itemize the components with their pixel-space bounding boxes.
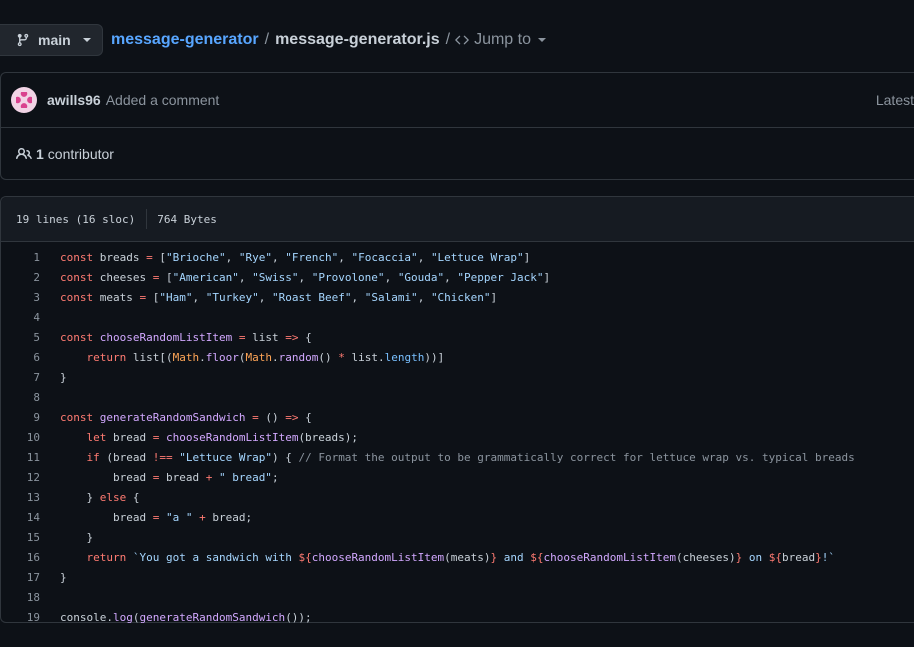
code-line: 10 let bread = chooseRandomListItem(brea… [1, 427, 914, 447]
commit-author-link[interactable]: awills96 [47, 92, 101, 108]
code-line: 18 [1, 587, 914, 607]
line-number[interactable]: 16 [1, 551, 40, 564]
code-line: 4 [1, 307, 914, 327]
code-line: 3 const meats = ["Ham", "Turkey", "Roast … [1, 287, 914, 307]
code-text: } else { [60, 490, 140, 504]
code-line: 16 return `You got a sandwich with ${cho… [1, 547, 914, 567]
code-text: return `You got a sandwich with ${choose… [86, 550, 835, 564]
code-text: return list[(Math.floor(Math.random() * … [86, 350, 445, 364]
code-text: const meats = ["Ham", "Turkey", "Roast B… [60, 290, 498, 304]
line-number[interactable]: 15 [1, 531, 40, 544]
branch-name: main [38, 32, 71, 48]
contributor-count: 1 [36, 146, 44, 162]
code-icon [455, 35, 469, 45]
line-number[interactable]: 9 [1, 411, 40, 424]
code-text: } [60, 570, 67, 584]
breadcrumb-repo-link[interactable]: message-generator [111, 31, 259, 49]
code-line: 9 const generateRandomSandwich = () => { [1, 407, 914, 427]
file-view-box: 19 lines (16 sloc) 764 Bytes 1 const brea… [0, 196, 914, 624]
line-number[interactable]: 6 [1, 351, 40, 364]
line-number[interactable]: 1 [1, 251, 40, 264]
code-line: 12 bread = bread + " bread"; [1, 467, 914, 487]
line-number[interactable]: 5 [1, 331, 40, 344]
file-size: 764 Bytes [157, 212, 217, 226]
code-line: 5 const chooseRandomListItem = list => { [1, 327, 914, 347]
code-text: console.log(generateRandomSandwich()); [60, 610, 312, 624]
code-text: const generateRandomSandwich = () => { [60, 410, 312, 424]
line-number[interactable]: 12 [1, 471, 40, 484]
code-line: 14 bread = "a " + bread; [1, 507, 914, 527]
line-number[interactable]: 19 [1, 611, 40, 624]
code-line: 6 return list[(Math.floor(Math.random() … [1, 347, 914, 367]
code-line: 11 if (bread !== "Lettuce Wrap") { // Fo… [1, 447, 914, 467]
breadcrumb-separator: / [264, 31, 270, 48]
code-text: const breads = ["Brioche", "Rye", "Frenc… [60, 250, 531, 264]
code-line: 1 const breads = ["Brioche", "Rye", "Fren… [1, 247, 914, 267]
line-number[interactable]: 13 [1, 491, 40, 504]
breadcrumb: message-generator / message-generator.js… [111, 24, 546, 56]
line-number[interactable]: 14 [1, 511, 40, 524]
code-line: 15 } [1, 527, 914, 547]
line-number[interactable]: 17 [1, 571, 40, 584]
line-number[interactable]: 4 [1, 311, 40, 324]
code-viewer: 1 const breads = ["Brioche", "Rye", "Fren… [1, 242, 914, 627]
code-text: bread = "a " + bread; [60, 510, 253, 524]
code-text: let bread = chooseRandomListItem(breads)… [86, 430, 359, 444]
code-text: } [60, 530, 94, 544]
line-number[interactable]: 2 [1, 271, 40, 284]
latest-commit-label: Latest [875, 92, 914, 108]
contributors-row[interactable]: 1 contributor [1, 128, 914, 180]
line-number[interactable]: 8 [1, 391, 40, 404]
line-number[interactable]: 11 [1, 451, 40, 464]
code-text: if (bread !== "Lettuce Wrap") { // Forma… [86, 450, 855, 464]
code-line: 7} [1, 367, 914, 387]
commit-message-link[interactable]: Added a comment [106, 92, 220, 108]
contributor-label: contributor [47, 146, 114, 162]
code-text: } [60, 370, 67, 384]
jump-to-button[interactable]: Jump to [454, 31, 546, 49]
code-line: 19 console.log(generateRandomSandwich()); [1, 607, 914, 627]
avatar[interactable] [11, 87, 37, 113]
line-number[interactable]: 3 [1, 291, 40, 304]
code-text: bread = bread + " bread"; [60, 470, 279, 484]
breadcrumb-file-name: message-generator.js [275, 31, 440, 48]
code-line: 17} [1, 567, 914, 587]
breadcrumb-separator: / [445, 31, 451, 48]
branch-select-button[interactable]: main [0, 24, 103, 56]
jump-to-label: Jump to [474, 31, 531, 48]
line-number[interactable]: 10 [1, 431, 40, 444]
chevron-down-icon [537, 38, 546, 42]
code-text: const chooseRandomListItem = list => { [60, 330, 312, 344]
commit-info-box: awills96 Added a comment Latest 1 contri… [0, 72, 914, 180]
code-text: const cheeses = ["American", "Swiss", "P… [60, 270, 551, 284]
code-line: 13 } else { [1, 487, 914, 507]
chevron-down-icon [82, 38, 91, 42]
file-header: 19 lines (16 sloc) 764 Bytes [1, 197, 914, 242]
line-number[interactable]: 7 [1, 371, 40, 384]
code-line: 8 [1, 387, 914, 407]
line-number[interactable]: 18 [1, 591, 40, 604]
latest-commit-row: awills96 Added a comment Latest [1, 73, 914, 128]
people-icon [16, 147, 32, 160]
code-line: 2 const cheeses = ["American", "Swiss", "… [1, 267, 914, 287]
file-line-count: 19 lines (16 sloc) [16, 212, 136, 226]
divider [146, 209, 148, 229]
git-branch-icon [17, 33, 29, 47]
